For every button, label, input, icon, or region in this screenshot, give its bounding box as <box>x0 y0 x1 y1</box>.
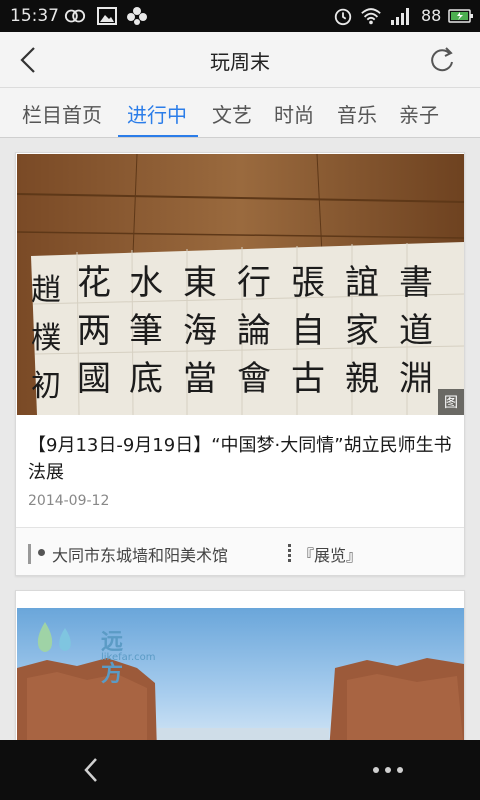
droplet-logo-icon <box>37 622 71 652</box>
calligraphy-photo: 書道淵 誼家親 張自古 行論會 東海當 水筆底 花两國 趙樸初 <box>17 154 464 415</box>
svg-text:花: 花 <box>77 263 111 303</box>
svg-text:趙: 趙 <box>31 273 61 308</box>
svg-text:道: 道 <box>399 311 433 351</box>
svg-text:初: 初 <box>31 369 61 404</box>
event-card[interactable]: 远方 likefar.com <box>15 590 465 751</box>
refresh-button[interactable] <box>422 40 462 80</box>
image-badge: 图 <box>438 389 464 415</box>
svg-text:两: 两 <box>77 311 111 351</box>
nav-back-button[interactable] <box>74 752 110 788</box>
svg-text:會: 會 <box>237 359 271 399</box>
svg-text:書: 書 <box>399 263 433 303</box>
event-card[interactable]: 書道淵 誼家親 張自古 行論會 東海當 水筆底 花两國 趙樸初 图 【9月13日… <box>15 152 465 576</box>
more-dots-icon <box>373 767 403 773</box>
svg-text:親: 親 <box>345 359 379 399</box>
status-time: 15:37 <box>10 6 59 26</box>
svg-text:當: 當 <box>183 359 217 399</box>
svg-text:張: 張 <box>291 263 325 303</box>
svg-text:行: 行 <box>237 263 271 303</box>
venue-divider <box>28 544 31 564</box>
back-arrow-icon <box>84 758 97 782</box>
category-divider <box>288 544 291 564</box>
event-title[interactable]: 【9月13日-9月19日】“中国梦·大同情”胡立民师生书法展 <box>28 432 456 486</box>
svg-text:自: 自 <box>291 311 325 351</box>
watermark: 远方 likefar.com <box>31 614 156 687</box>
category-tabs: 栏目首页 进行中 文艺 时尚 音乐 亲子 <box>0 88 480 138</box>
alarm-icon <box>334 8 352 26</box>
svg-text:水: 水 <box>129 263 163 303</box>
tab-family[interactable]: 亲子 <box>399 99 439 128</box>
svg-text:國: 國 <box>77 359 111 399</box>
active-tab-indicator <box>118 135 198 137</box>
tab-arts[interactable]: 文艺 <box>212 99 252 128</box>
event-image[interactable]: 远方 likefar.com <box>17 608 464 751</box>
tab-music[interactable]: 音乐 <box>337 99 377 128</box>
svg-text:東: 東 <box>183 263 217 303</box>
svg-text:筆: 筆 <box>129 311 163 351</box>
app-header: 玩周末 <box>0 32 480 88</box>
signal-icon <box>391 8 409 25</box>
tab-ongoing[interactable]: 进行中 <box>127 99 187 128</box>
location-dot-icon <box>38 549 45 556</box>
battery-icon <box>448 9 473 23</box>
infinity-icon <box>64 9 86 23</box>
svg-text:論: 論 <box>237 311 271 351</box>
event-date: 2014-09-12 <box>28 493 110 509</box>
svg-text:淵: 淵 <box>399 359 433 399</box>
svg-text:海: 海 <box>183 311 217 351</box>
event-category: 『展览』 <box>298 546 363 565</box>
svg-text:誼: 誼 <box>345 263 379 303</box>
watermark-subtext: likefar.com <box>101 652 156 663</box>
svg-text:古: 古 <box>291 359 325 399</box>
tab-fashion[interactable]: 时尚 <box>274 99 314 128</box>
battery-percent: 88 <box>421 6 442 25</box>
status-bar: 15:37 88 <box>0 0 480 32</box>
svg-text:底: 底 <box>129 359 163 399</box>
event-venue: 大同市东城墙和阳美术馆 <box>52 546 229 565</box>
tab-scroll-fade <box>458 88 480 137</box>
svg-text:樸: 樸 <box>31 321 61 356</box>
nav-more-button[interactable] <box>368 752 408 788</box>
event-footer: 大同市东城墙和阳美术馆 『展览』 <box>16 527 464 575</box>
event-image[interactable]: 書道淵 誼家親 張自古 行論會 東海當 水筆底 花两國 趙樸初 图 <box>17 154 464 415</box>
tab-home[interactable]: 栏目首页 <box>22 99 102 128</box>
clover-icon <box>127 7 147 25</box>
image-icon <box>97 7 117 25</box>
system-nav-bar <box>0 740 480 800</box>
wifi-icon <box>361 8 381 25</box>
refresh-icon <box>431 47 453 72</box>
svg-text:家: 家 <box>345 311 379 351</box>
page-title: 玩周末 <box>210 50 270 74</box>
